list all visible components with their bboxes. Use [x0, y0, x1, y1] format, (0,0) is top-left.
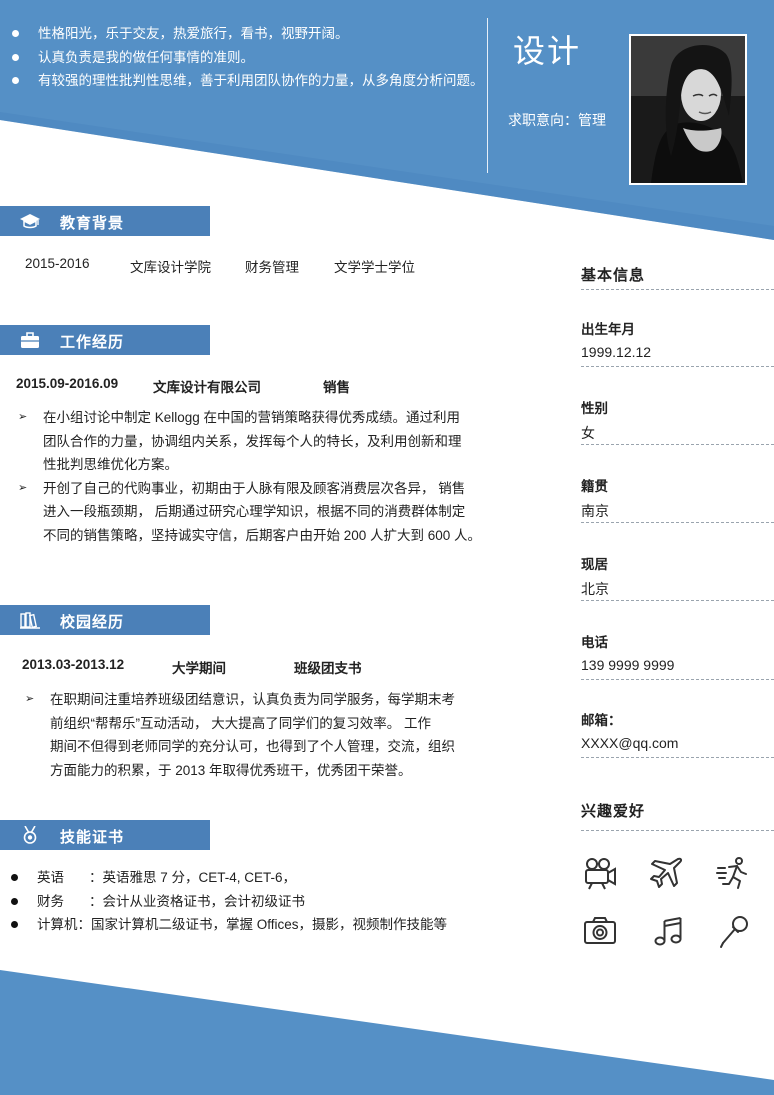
- basic-info-title: 基本信息: [581, 267, 646, 284]
- education-title: 教育背景: [60, 215, 125, 232]
- briefcase-icon: [21, 332, 39, 348]
- header-divider: [487, 18, 488, 173]
- work-position: 销售: [323, 380, 350, 395]
- work-bullets: ➢ 在小组讨论中制定 Kellogg 在中国的营销策略获得优秀成绩。通过利用 团队合…: [18, 406, 488, 547]
- arrow-icon: ➢: [18, 411, 28, 423]
- skill-item: 英语 ：英语雅思 7 分，CET-4, CET-6，: [10, 866, 447, 890]
- candidate-name: 设计: [513, 33, 582, 69]
- work-title: 工作经历: [60, 334, 125, 351]
- education-section-header: 教育背景: [0, 206, 210, 236]
- job-intent-label: 求职意向：: [508, 112, 578, 128]
- hobbies-title: 兴趣爱好: [581, 803, 646, 820]
- work-bullet: ➢ 在小组讨论中制定 Kellogg 在中国的营销策略获得优秀成绩。通过利用 团队合…: [18, 406, 488, 477]
- gender-label: 性别: [581, 401, 608, 416]
- residence-label: 现居: [581, 557, 608, 572]
- divider: [581, 366, 774, 367]
- birth-value: 1999.12.12: [581, 344, 652, 360]
- music-note-icon: [654, 917, 682, 946]
- divider: [581, 522, 774, 523]
- arrow-icon: ➢: [25, 693, 35, 705]
- phone-value: 139 9999 9999: [581, 657, 675, 673]
- skill-value: 英语雅思 7 分，CET-4, CET-6，: [102, 870, 297, 885]
- skill-label: 计算机: [37, 917, 78, 932]
- intro-item: 有较强的理性批判性思维，善于利用团队协作的力量，从多角度分析问题。: [10, 69, 490, 93]
- work-company: 文库设计有限公司: [153, 380, 261, 395]
- microphone-icon: [720, 916, 748, 948]
- divider: [581, 289, 774, 290]
- education-period: 2015-2016: [25, 256, 90, 271]
- work-period: 2015.09-2016.09: [16, 376, 119, 391]
- divider: [581, 444, 774, 445]
- books-icon: [20, 612, 40, 629]
- skills-section-header: 技能证书: [0, 820, 210, 850]
- skills-title: 技能证书: [60, 829, 125, 846]
- airplane-icon: [650, 857, 683, 888]
- job-intent-value: 管理: [578, 112, 606, 128]
- campus-title: 校园经历: [60, 614, 125, 631]
- intro-list: 性格阳光，乐于交友，热爱旅行，看书，视野开阔。 认真负责是我的做任何事情的准则。…: [10, 22, 490, 93]
- skill-label: 英语: [37, 870, 64, 885]
- origin-label: 籍贯: [581, 479, 608, 494]
- divider: [581, 679, 774, 680]
- graduation-cap-icon: [20, 214, 40, 229]
- campus-period: 2013.03-2013.12: [22, 657, 125, 672]
- camera-icon: [584, 917, 616, 944]
- work-bullet: ➢ 开创了自己的代购事业，初期由于人脉有限及顾客消费层次各异， 销售 进入一段瓶颈期…: [18, 477, 488, 548]
- campus-org: 大学期间: [172, 661, 226, 676]
- intro-item: 性格阳光，乐于交友，热爱旅行，看书，视野开阔。: [10, 22, 490, 46]
- arrow-icon: ➢: [18, 481, 28, 494]
- education-degree: 文学学士学位: [334, 260, 415, 275]
- gender-value: 女: [581, 425, 595, 441]
- skills-list: 英语 ：英语雅思 7 分，CET-4, CET-6， 财务 ：会计从业资格证书，会计…: [10, 866, 447, 937]
- email-value: XXXX@qq.com: [581, 735, 679, 751]
- email-label: 邮箱：: [581, 713, 622, 728]
- birth-label: 出生年月: [581, 322, 635, 337]
- footer-background: [0, 970, 774, 1095]
- residence-value: 北京: [581, 581, 609, 597]
- divider: [581, 830, 774, 831]
- skill-item: 计算机：国家计算机二级证书，掌握 Offices，摄影，视频制作技能等: [10, 913, 447, 937]
- divider: [581, 600, 774, 601]
- video-camera-icon: [585, 858, 616, 890]
- campus-role: 班级团支书: [294, 661, 362, 676]
- running-icon: [716, 857, 747, 889]
- medal-icon: [23, 826, 37, 844]
- phone-label: 电话: [581, 635, 608, 650]
- skill-value: 国家计算机二级证书，掌握 Offices，摄影，视频制作技能等: [91, 917, 448, 932]
- intro-item: 认真负责是我的做任何事情的准则。: [10, 46, 490, 70]
- skill-item: 财务 ：会计从业资格证书，会计初级证书: [10, 890, 447, 914]
- campus-bullet: ➢ 在职期间注重培养班级团结意识，认真负责为同学服务，每学期末考 前组织“帮帮乐”互…: [25, 688, 485, 782]
- profile-photo: [629, 34, 747, 185]
- campus-bullets: ➢ 在职期间注重培养班级团结意识，认真负责为同学服务，每学期末考 前组织“帮帮乐”互…: [25, 688, 485, 782]
- skill-label: 财务: [37, 893, 64, 909]
- skill-value: 会计从业资格证书，会计初级证书: [102, 893, 306, 909]
- job-intent: 求职意向：管理: [508, 110, 606, 130]
- origin-value: 南京: [581, 503, 609, 519]
- education-major: 财务管理: [245, 260, 299, 275]
- campus-section-header: 校园经历: [0, 605, 210, 635]
- divider: [581, 757, 774, 758]
- education-school: 文库设计学院: [130, 260, 211, 275]
- work-section-header: 工作经历: [0, 325, 210, 355]
